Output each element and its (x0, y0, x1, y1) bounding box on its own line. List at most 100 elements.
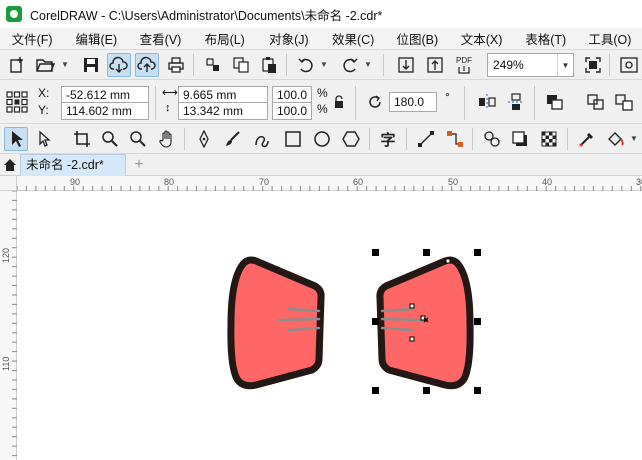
document-tab-bar: 未命名 -2.cdr* + (0, 154, 642, 176)
options-icon[interactable] (617, 53, 641, 77)
save-icon[interactable] (79, 53, 103, 77)
x-label: X: (38, 86, 50, 100)
menu-edit[interactable]: 编辑(E) (64, 29, 128, 48)
ruler-origin[interactable] (0, 176, 17, 191)
publish-pdf-icon[interactable]: PDF (452, 53, 476, 77)
print-icon[interactable] (164, 53, 188, 77)
zoom-tool-icon[interactable] (98, 127, 122, 151)
undo-dropdown-arrow-icon[interactable]: ▼ (320, 60, 328, 69)
vertical-ruler[interactable]: 120 110 (0, 191, 17, 460)
toolbar-separator (383, 54, 384, 76)
object-origin-icon[interactable] (5, 90, 29, 114)
redo-icon[interactable] (338, 53, 362, 77)
combine-icon[interactable] (584, 90, 608, 114)
text-tool-icon[interactable]: 字 (376, 127, 400, 151)
blend-tool-icon[interactable] (480, 127, 504, 151)
left-bow-shape[interactable] (227, 256, 325, 390)
node-marker[interactable] (409, 303, 415, 309)
selection-handle[interactable] (423, 387, 430, 394)
new-document-icon[interactable] (5, 53, 29, 77)
import-icon[interactable] (394, 53, 418, 77)
ellipse-tool-icon[interactable] (310, 127, 334, 151)
y-position-field[interactable]: 114.602 mm (61, 102, 149, 120)
paste-icon[interactable] (257, 53, 281, 77)
freehand-tool-icon[interactable] (250, 127, 274, 151)
rotation-field[interactable]: 180.0 (389, 92, 437, 112)
menu-effects[interactable]: 效果(C) (321, 29, 385, 48)
open-folder-icon[interactable] (33, 53, 57, 77)
mirror-vertical-icon[interactable] (504, 90, 528, 114)
fill-dropdown-arrow-icon[interactable]: ▼ (630, 134, 638, 143)
menu-text[interactable]: 文本(X) (449, 29, 513, 48)
zoom-dropdown-arrow-icon[interactable]: ▼ (557, 54, 573, 76)
selection-handle[interactable] (372, 318, 379, 325)
undo-icon[interactable] (294, 53, 318, 77)
zoom-level-select[interactable]: 249% ▼ (487, 53, 574, 77)
menu-view[interactable]: 查看(V) (128, 29, 192, 48)
toolbar-separator (406, 128, 407, 150)
toolbar-separator (369, 128, 370, 150)
coreldraw-app-icon (6, 6, 22, 22)
menu-layout[interactable]: 布局(L) (193, 29, 257, 48)
menu-file[interactable]: 文件(F) (0, 29, 64, 48)
ruler-label: 50 (448, 177, 459, 187)
menu-object[interactable]: 对象(J) (257, 29, 321, 48)
menu-table[interactable]: 表格(T) (514, 29, 578, 48)
horizontal-ruler[interactable]: 90 80 70 60 50 40 30 (17, 176, 642, 191)
selection-handle[interactable] (372, 249, 379, 256)
scale-y-field[interactable]: 100.0 (272, 102, 312, 120)
eyedropper-tool-icon[interactable] (575, 127, 599, 151)
mirror-horizontal-icon[interactable] (475, 90, 499, 114)
pen-tool-icon[interactable] (192, 127, 216, 151)
brush-tool-icon[interactable] (221, 127, 245, 151)
toolbar-separator (286, 54, 287, 76)
copy-icon[interactable] (229, 53, 253, 77)
height-icon: ↕ (165, 102, 171, 114)
open-dropdown-arrow-icon[interactable]: ▼ (61, 60, 69, 69)
zoom-level-value: 249% (493, 58, 524, 72)
selection-handle[interactable] (372, 387, 379, 394)
pan-tool-icon[interactable] (155, 127, 179, 151)
toolbox: 字 ▼ (0, 124, 642, 154)
right-shape[interactable] (376, 256, 474, 390)
zoom-fit-icon[interactable] (581, 53, 605, 77)
export-icon[interactable] (423, 53, 447, 77)
rectangle-tool-icon[interactable] (281, 127, 305, 151)
cloud-upload-icon[interactable] (135, 53, 159, 77)
line-tool-icon[interactable] (414, 127, 438, 151)
menu-bitmaps[interactable]: 位图(B) (385, 29, 449, 48)
home-icon[interactable] (0, 154, 20, 176)
left-shape[interactable] (227, 256, 325, 390)
ruler-label: 80 (164, 177, 175, 187)
zoom-out-icon[interactable] (126, 127, 150, 151)
drawing-canvas[interactable] (17, 191, 642, 460)
transparency-tool-icon[interactable] (537, 127, 561, 151)
pick-tool-icon[interactable] (4, 127, 28, 151)
lock-ratio-icon[interactable] (331, 92, 347, 112)
toolbar-separator (534, 86, 535, 120)
polygon-tool-icon[interactable] (339, 127, 363, 151)
connector-tool-icon[interactable] (443, 127, 467, 151)
selection-handle[interactable] (474, 318, 481, 325)
selection-handle[interactable] (474, 249, 481, 256)
shadow-tool-icon[interactable] (508, 127, 532, 151)
node-marker[interactable] (409, 336, 415, 342)
crop-tool-icon[interactable] (70, 127, 94, 151)
document-tab[interactable]: 未命名 -2.cdr* (20, 154, 126, 176)
cut-icon[interactable] (201, 53, 225, 77)
right-bow-shape[interactable] (376, 256, 474, 390)
pdf-label: PDF (456, 55, 472, 65)
shape-tool-icon[interactable] (33, 127, 57, 151)
redo-dropdown-arrow-icon[interactable]: ▼ (364, 60, 372, 69)
selection-handle[interactable] (474, 387, 481, 394)
fill-tool-icon[interactable] (604, 127, 628, 151)
add-tab-button[interactable]: + (130, 156, 148, 174)
arrange-order-icon[interactable] (543, 90, 567, 114)
cloud-download-icon[interactable] (107, 53, 131, 77)
ruler-label: 90 (70, 177, 81, 187)
break-apart-icon[interactable] (612, 90, 636, 114)
node-marker[interactable] (445, 258, 451, 264)
height-field[interactable]: 13.342 mm (178, 102, 268, 120)
selection-handle[interactable] (423, 249, 430, 256)
menu-tools[interactable]: 工具(O) (578, 29, 642, 48)
